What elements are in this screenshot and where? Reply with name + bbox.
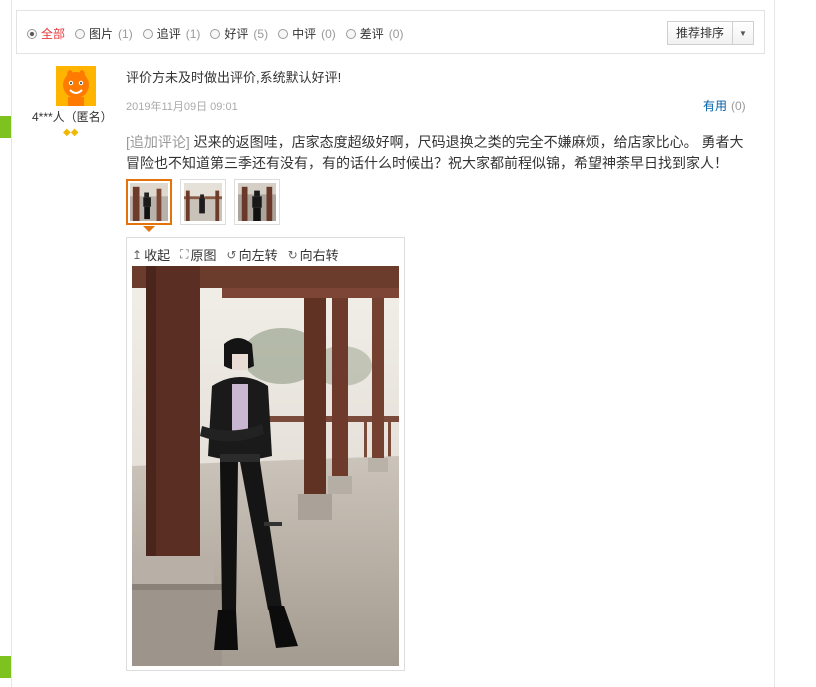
user-name: 4***人（匿名） — [32, 110, 113, 124]
caret-down-icon[interactable]: ▼ — [733, 22, 753, 44]
filter-label: 图片 — [89, 27, 114, 41]
photo-thumbnail[interactable] — [234, 179, 280, 225]
filter-all[interactable]: 全部 — [27, 25, 65, 42]
expand-icon: ⛶ — [180, 247, 189, 261]
filter-images[interactable]: 图片 (1) — [75, 25, 133, 42]
rotate-right-icon: ↻ — [287, 247, 298, 262]
rotate-right-button[interactable]: ↻ 向右转 — [288, 245, 339, 264]
filter-label: 差评 — [359, 27, 384, 41]
right-divider — [774, 0, 775, 687]
rotate-left-icon: ↺ — [226, 247, 237, 262]
sort-label: 推荐排序 — [668, 22, 733, 44]
filter-label: 中评 — [292, 27, 317, 41]
radio-button[interactable] — [278, 28, 289, 39]
filter-label: 好评 — [224, 27, 249, 41]
tool-label: 原图 — [190, 248, 217, 263]
diamond-icon: ◆ — [63, 127, 71, 138]
review-date: 2019年11月09日 09:01 — [126, 101, 238, 113]
sort-dropdown[interactable]: 推荐排序 ▼ — [666, 21, 754, 45]
filter-positive[interactable]: 好评 (5) — [210, 25, 268, 42]
photo-thumbnail[interactable] — [126, 179, 172, 225]
selected-thumbnail-pointer — [143, 226, 155, 232]
radio-button[interactable] — [345, 28, 356, 39]
side-tab-upper[interactable] — [0, 116, 11, 138]
filter-count: (0) — [321, 26, 336, 41]
review-text: 评价方未及时做出评价,系统默认好评! — [126, 70, 342, 85]
side-tab-lower[interactable] — [0, 656, 11, 678]
filter-count: (0) — [388, 26, 404, 41]
user-level: ◆ ◆ — [63, 128, 78, 138]
collapse-button[interactable]: ↥ 收起 — [132, 245, 170, 264]
photo-thumbnail[interactable] — [180, 179, 226, 225]
filter-label: 全部 — [41, 27, 66, 41]
filter-count: (1) — [185, 26, 201, 41]
filter-neutral[interactable]: 中评 (0) — [278, 25, 336, 42]
radio-button[interactable] — [142, 28, 153, 39]
avatar[interactable] — [56, 66, 96, 106]
radio-button[interactable] — [210, 28, 221, 39]
useful-count: (0) — [731, 99, 746, 113]
rotate-left-button[interactable]: ↺ 向左转 — [227, 245, 278, 264]
tool-label: 收起 — [144, 248, 171, 263]
append-tag: [追加评论] — [126, 134, 190, 150]
filter-count: (5) — [253, 26, 269, 41]
filter-followup[interactable]: 追评 (1) — [142, 25, 201, 42]
append-text: 迟来的返图哇，店家态度超级好啊，尺码退换之类的完全不嫌麻烦，给店家比心。 勇者大… — [126, 134, 744, 171]
filter-radio-group: 全部 图片 (1) 追评 (1) 好评 (5) 中评 (0) 差评 (0) — [27, 25, 413, 42]
review-photo[interactable] — [132, 266, 399, 666]
radio-button[interactable] — [75, 28, 86, 39]
filter-label: 追评 — [156, 27, 181, 41]
radio-button[interactable] — [27, 28, 37, 39]
append-review: [追加评论] 迟来的返图哇，店家态度超级好啊，尺码退换之类的完全不嫌麻烦，给店家… — [126, 132, 750, 174]
useful-button[interactable]: 有用 (0) — [703, 97, 746, 114]
useful-label: 有用 — [703, 99, 728, 113]
arrow-up-icon: ↥ — [132, 247, 143, 262]
left-page-strip — [0, 0, 12, 687]
tool-label: 向右转 — [299, 248, 339, 263]
original-image-button[interactable]: ⛶ 原图 — [180, 245, 216, 264]
comment-filter-bar: 全部 图片 (1) 追评 (1) 好评 (5) 中评 (0) 差评 (0) 推荐 — [16, 10, 765, 54]
photo-viewer: ↥ 收起 ⛶ 原图 ↺ 向左转 ↻ 向右转 — [126, 237, 405, 671]
diamond-icon: ◆ — [70, 127, 79, 138]
viewer-toolbar: ↥ 收起 ⛶ 原图 ↺ 向左转 ↻ 向右转 — [132, 245, 349, 264]
filter-count: (1) — [118, 26, 133, 41]
filter-negative[interactable]: 差评 (0) — [345, 25, 404, 42]
tool-label: 向左转 — [238, 248, 278, 263]
